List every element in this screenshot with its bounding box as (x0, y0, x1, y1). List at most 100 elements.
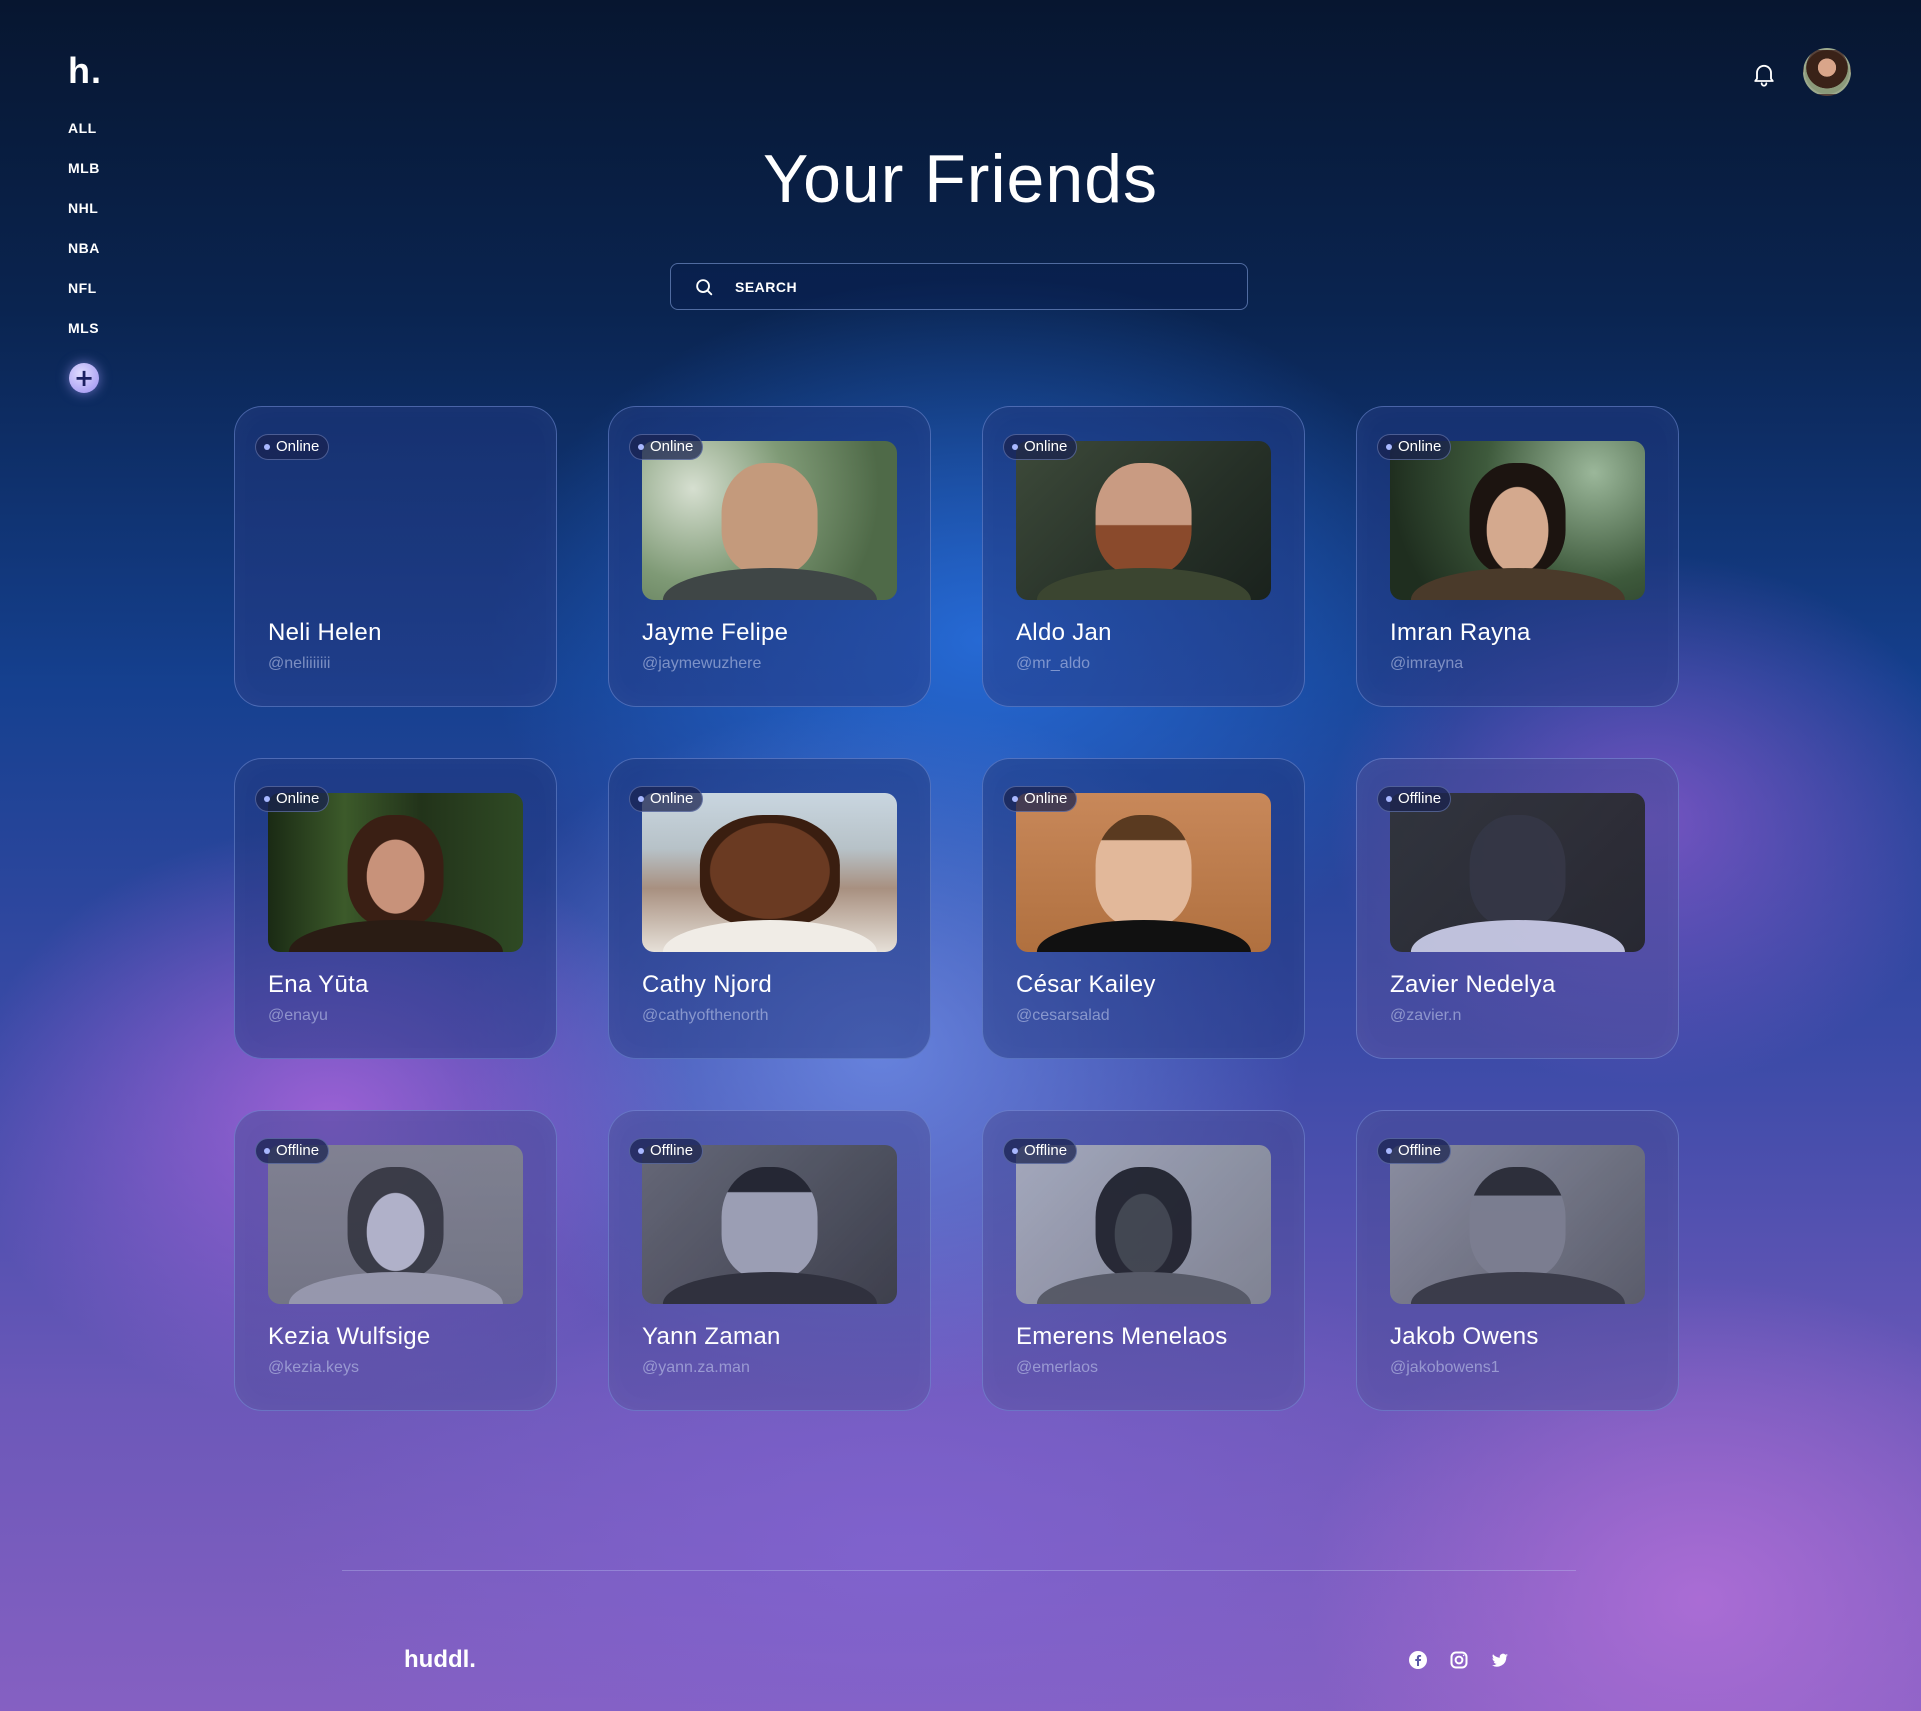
friend-name: Zavier Nedelya (1390, 971, 1556, 998)
facebook-icon[interactable] (1408, 1650, 1428, 1670)
status-dot-icon (1012, 796, 1018, 802)
friend-card[interactable]: Online Cathy Njord @cathyofthenorth (608, 758, 931, 1059)
status-dot-icon (638, 444, 644, 450)
status-label: Online (1024, 790, 1068, 807)
friend-name: Emerens Menelaos (1016, 1323, 1228, 1350)
instagram-icon[interactable] (1449, 1650, 1469, 1670)
friend-photo (642, 441, 897, 600)
friend-handle: @cesarsalad (1016, 1007, 1110, 1024)
friend-card[interactable]: Online Aldo Jan @mr_aldo (982, 406, 1305, 707)
friend-name: Yann Zaman (642, 1323, 781, 1350)
search-bar[interactable] (670, 263, 1248, 310)
friend-handle: @zavier.n (1390, 1007, 1462, 1024)
sidebar-item-nfl[interactable]: NFL (68, 278, 100, 318)
status-badge: Online (1377, 434, 1452, 460)
friend-name: Ena Yūta (268, 971, 369, 998)
friend-photo (642, 793, 897, 952)
friend-card[interactable]: Offline Zavier Nedelya @zavier.n (1356, 758, 1679, 1059)
friend-card[interactable]: Offline Kezia Wulfsige @kezia.keys (234, 1110, 557, 1411)
status-badge: Online (255, 786, 330, 812)
status-dot-icon (264, 1148, 270, 1154)
status-dot-icon (638, 1148, 644, 1154)
status-dot-icon (1386, 796, 1392, 802)
status-label: Online (650, 790, 694, 807)
status-label: Online (1398, 438, 1442, 455)
friend-photo (268, 793, 523, 952)
status-badge: Offline (1377, 1138, 1452, 1164)
status-label: Offline (1398, 1142, 1442, 1159)
sidebar-item-mls[interactable]: MLS (68, 318, 100, 358)
friend-card[interactable]: Offline Yann Zaman @yann.za.man (608, 1110, 931, 1411)
friend-photo (642, 1145, 897, 1304)
friend-photo (1390, 441, 1645, 600)
status-dot-icon (638, 796, 644, 802)
friend-handle: @enayu (268, 1007, 328, 1024)
friend-name: Aldo Jan (1016, 619, 1112, 646)
friend-name: Jakob Owens (1390, 1323, 1539, 1350)
bell-icon[interactable] (1750, 60, 1778, 88)
friends-grid: Online Neli Helen @neliiiiiii Online Jay… (234, 406, 1679, 1411)
friend-handle: @mr_aldo (1016, 655, 1091, 672)
search-input[interactable] (735, 278, 1215, 295)
status-label: Offline (1024, 1142, 1068, 1159)
status-badge: Online (629, 786, 704, 812)
sidebar-item-nba[interactable]: NBA (68, 238, 100, 278)
status-badge: Offline (1003, 1138, 1078, 1164)
friend-card[interactable]: Online Imran Rayna @imrayna (1356, 406, 1679, 707)
status-badge: Offline (629, 1138, 704, 1164)
friend-name: Neli Helen (268, 619, 382, 646)
friend-handle: @jaymewuzhere (642, 655, 762, 672)
status-label: Offline (650, 1142, 694, 1159)
friend-name: Cathy Njord (642, 971, 773, 998)
friend-name: Imran Rayna (1390, 619, 1531, 646)
friend-handle: @emerlaos (1016, 1359, 1099, 1376)
add-league-button[interactable]: + (69, 363, 99, 393)
search-icon (696, 278, 713, 295)
status-label: Offline (1398, 790, 1442, 807)
friend-photo (1016, 1145, 1271, 1304)
user-avatar[interactable] (1803, 48, 1851, 96)
friend-photo (1390, 793, 1645, 952)
friend-handle: @yann.za.man (642, 1359, 750, 1376)
status-badge: Online (255, 434, 330, 460)
status-dot-icon (1386, 1148, 1392, 1154)
friend-handle: @imrayna (1390, 655, 1464, 672)
status-dot-icon (1012, 444, 1018, 450)
friend-card[interactable]: Online Jayme Felipe @jaymewuzhere (608, 406, 931, 707)
status-badge: Offline (255, 1138, 330, 1164)
status-badge: Online (1003, 434, 1078, 460)
status-badge: Offline (1377, 786, 1452, 812)
friend-card[interactable]: Offline Emerens Menelaos @emerlaos (982, 1110, 1305, 1411)
status-dot-icon (1386, 444, 1392, 450)
friend-handle: @jakobowens1 (1390, 1359, 1500, 1376)
friend-name: César Kailey (1016, 971, 1156, 998)
friend-handle: @kezia.keys (268, 1359, 359, 1376)
footer-logo[interactable]: huddl. (404, 1646, 476, 1674)
friend-photo (1016, 793, 1271, 952)
status-label: Online (650, 438, 694, 455)
friend-photo (1016, 441, 1271, 600)
status-badge: Online (629, 434, 704, 460)
friend-card[interactable]: Offline Jakob Owens @jakobowens1 (1356, 1110, 1679, 1411)
status-dot-icon (1012, 1148, 1018, 1154)
twitter-icon[interactable] (1490, 1650, 1510, 1670)
footer-divider (342, 1570, 1576, 1571)
app-logo[interactable]: h. (68, 50, 102, 92)
status-label: Online (276, 790, 320, 807)
status-label: Online (1024, 438, 1068, 455)
page-title: Your Friends (762, 141, 1159, 217)
friend-card[interactable]: Online Ena Yūta @enayu (234, 758, 557, 1059)
status-label: Offline (276, 1142, 320, 1159)
status-dot-icon (264, 796, 270, 802)
status-label: Online (276, 438, 320, 455)
friend-photo (268, 1145, 523, 1304)
status-dot-icon (264, 444, 270, 450)
friend-card[interactable]: Online Neli Helen @neliiiiiii (234, 406, 557, 707)
friend-handle: @cathyofthenorth (642, 1007, 769, 1024)
friend-card[interactable]: Online César Kailey @cesarsalad (982, 758, 1305, 1059)
status-badge: Online (1003, 786, 1078, 812)
friend-name: Jayme Felipe (642, 619, 789, 646)
friend-handle: @neliiiiiii (268, 655, 331, 672)
friend-photo (1390, 1145, 1645, 1304)
friend-name: Kezia Wulfsige (268, 1323, 431, 1350)
